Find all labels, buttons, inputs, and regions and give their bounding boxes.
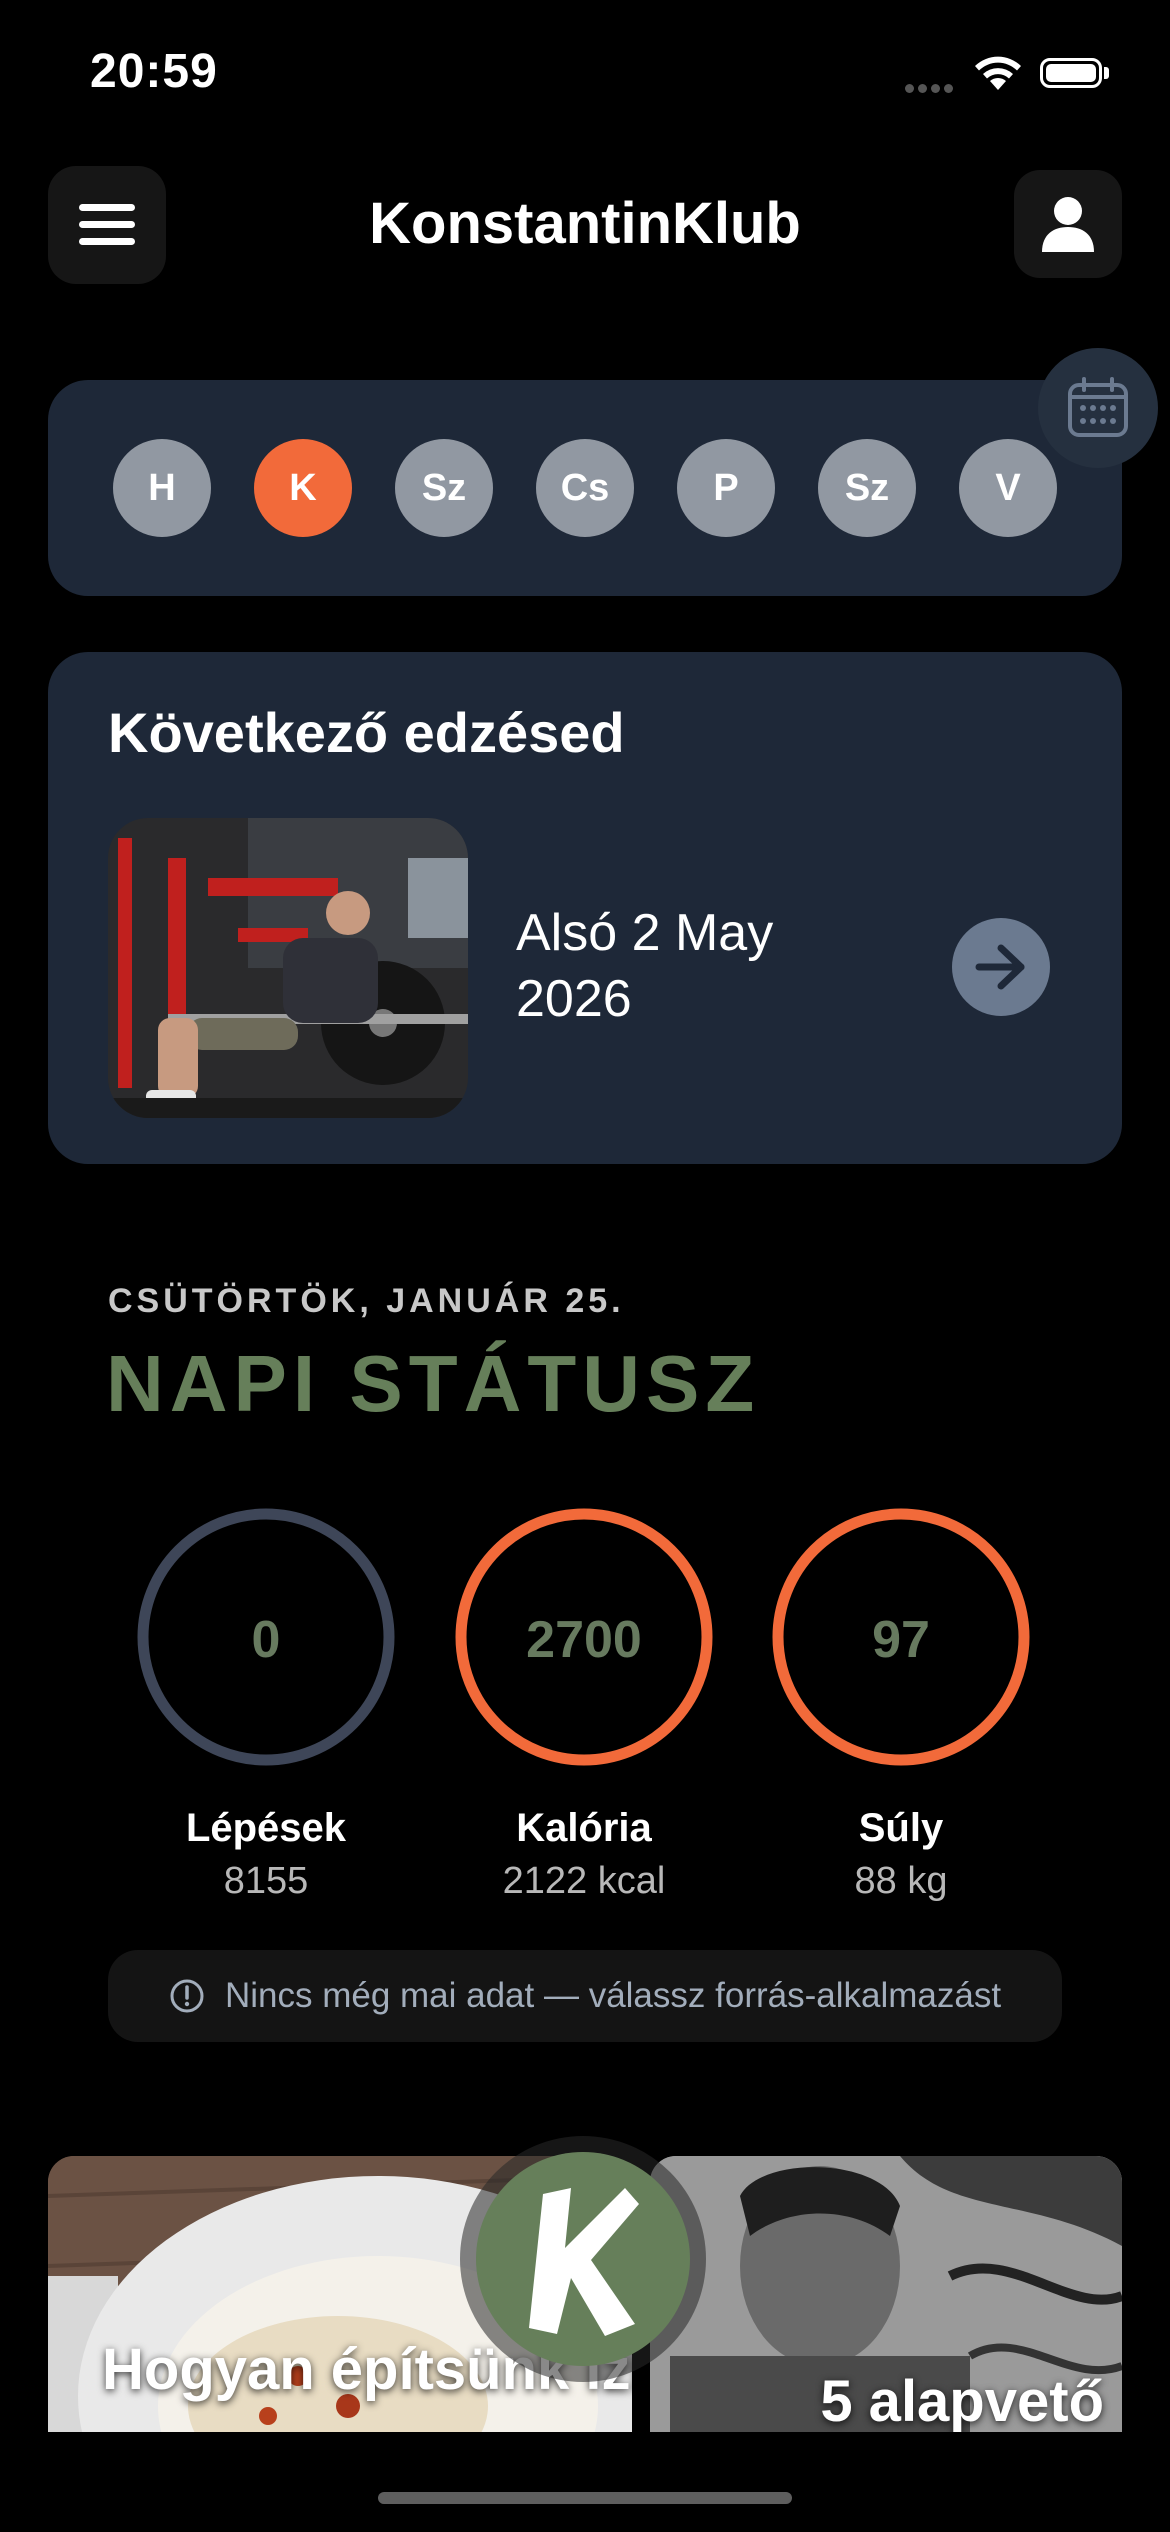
cellular-signal-icon — [905, 80, 957, 93]
club-logo-button[interactable] — [476, 2152, 690, 2366]
wifi-icon — [972, 52, 1024, 97]
weight-goal: 88 kg — [854, 1860, 948, 1902]
daily-status-title: NAPI STÁTUSZ — [106, 1339, 761, 1428]
k-logo-icon — [529, 2188, 639, 2336]
arrow-right-icon — [975, 944, 1025, 990]
weight-value: 97 — [872, 1611, 930, 1669]
date-label: CSÜTÖRTÖK, JANUÁR 25. — [108, 1282, 625, 1320]
user-icon — [1042, 197, 1094, 252]
steps-value: 0 — [251, 1611, 281, 1669]
day-tuesday-selected[interactable]: K — [254, 439, 352, 537]
day-sunday[interactable]: V — [959, 439, 1057, 537]
status-time: 20:59 — [90, 45, 218, 98]
battery-icon — [1040, 58, 1102, 88]
profile-button[interactable] — [1014, 170, 1122, 278]
calories-label: Kalória — [516, 1806, 652, 1850]
day-friday[interactable]: P — [677, 439, 775, 537]
workout-photo — [108, 818, 468, 1118]
workout-name: Alsó 2 May 2026 — [516, 904, 774, 1028]
calendar-button[interactable] — [1038, 348, 1158, 468]
calories-goal: 2122 kcal — [502, 1860, 666, 1902]
steps-goal: 8155 — [223, 1860, 309, 1902]
no-data-notice[interactable]: Nincs még mai adat — válassz forrás-alka… — [108, 1950, 1062, 2042]
article-title-2: 5 alapvető — [820, 2369, 1104, 2432]
calendar-icon — [1068, 377, 1128, 437]
app-title: KonstantinKlub — [369, 191, 801, 256]
calories-value: 2700 — [526, 1611, 642, 1669]
no-data-text: Nincs még mai adat — válassz forrás-alka… — [224, 1976, 1002, 2015]
day-thursday[interactable]: Cs — [536, 439, 634, 537]
day-wednesday[interactable]: Sz — [395, 439, 493, 537]
home-indicator — [378, 2492, 792, 2504]
article-card-2[interactable]: 5 alapvető — [650, 2156, 1122, 2432]
open-workout-button[interactable] — [952, 918, 1050, 1016]
steps-label: Lépések — [185, 1806, 347, 1850]
next-workout-heading: Következő edzésed — [108, 701, 625, 764]
battery-cap — [1104, 67, 1109, 79]
day-monday[interactable]: H — [113, 439, 211, 537]
info-icon — [170, 1979, 204, 2013]
day-saturday[interactable]: Sz — [818, 439, 916, 537]
weight-label: Súly — [858, 1806, 944, 1850]
